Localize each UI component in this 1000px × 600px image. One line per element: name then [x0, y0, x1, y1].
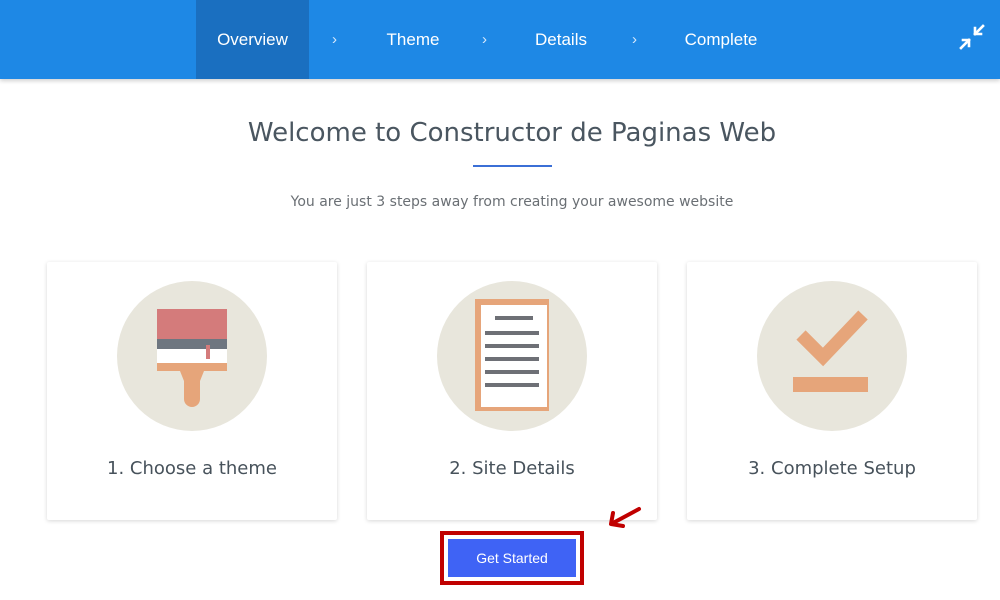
- title-underline: [473, 165, 552, 167]
- step-separator: ›: [632, 31, 637, 48]
- get-started-button[interactable]: Get Started: [448, 539, 576, 577]
- step-complete[interactable]: Complete: [672, 0, 770, 79]
- card-label: 2. Site Details: [449, 458, 575, 479]
- collapse-icon[interactable]: [958, 23, 986, 51]
- step-overview[interactable]: Overview: [196, 0, 309, 79]
- card-label: 1. Choose a theme: [107, 458, 277, 479]
- pointer-arrow-icon: [604, 505, 644, 531]
- paint-brush-icon: [117, 281, 267, 431]
- page-title: Welcome to Constructor de Paginas Web: [247, 118, 777, 148]
- step-details[interactable]: Details: [522, 0, 600, 79]
- card-label: 3. Complete Setup: [748, 458, 916, 479]
- step-theme[interactable]: Theme: [368, 0, 458, 79]
- step-separator: ›: [482, 31, 487, 48]
- checkmark-icon: [757, 281, 907, 431]
- clipboard-icon: [437, 281, 587, 431]
- wizard-topbar: Overview › Theme › Details › Complete: [0, 0, 1000, 79]
- card-choose-theme: 1. Choose a theme: [47, 262, 337, 520]
- card-site-details: 2. Site Details: [367, 262, 657, 520]
- step-separator: ›: [332, 31, 337, 48]
- page-subtitle: You are just 3 steps away from creating …: [290, 194, 734, 210]
- card-complete-setup: 3. Complete Setup: [687, 262, 977, 520]
